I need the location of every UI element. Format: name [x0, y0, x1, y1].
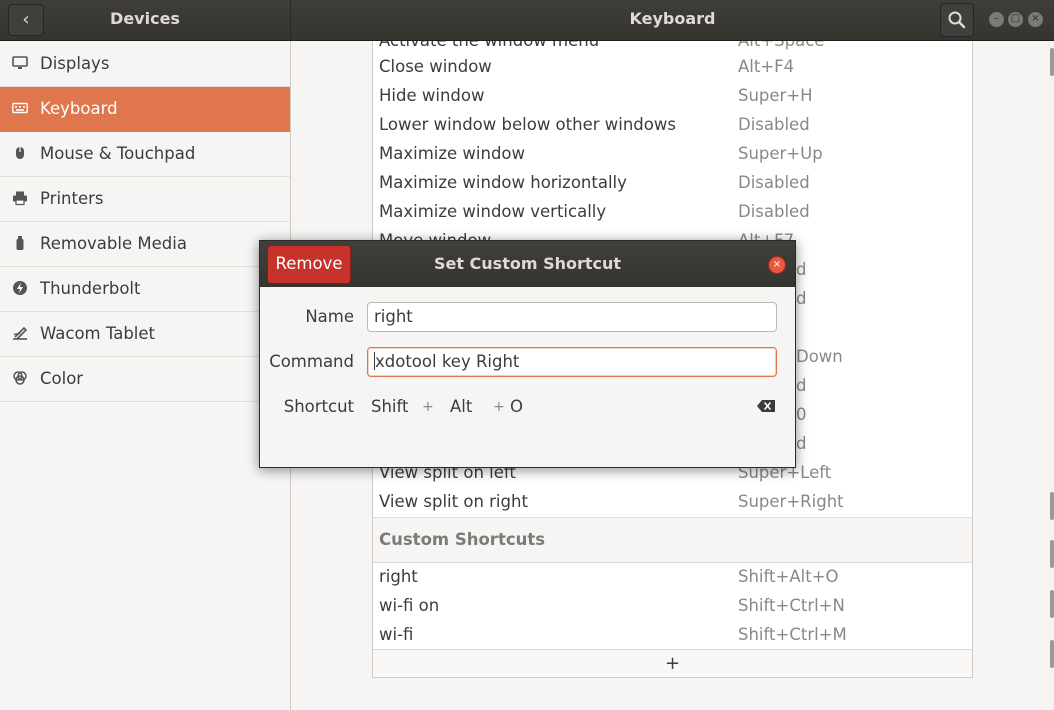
- shortcut-row[interactable]: Maximize window horizontally Disabled: [373, 168, 972, 197]
- name-label: Name: [305, 307, 354, 326]
- sidebar-item-label: Printers: [40, 189, 104, 208]
- shortcut-name: right: [379, 567, 418, 586]
- shortcut-accel: Shift+Alt+O: [738, 567, 839, 586]
- scroll-indicator[interactable]: [1050, 48, 1054, 76]
- name-value: right: [374, 307, 413, 326]
- search-icon: [948, 11, 966, 29]
- printer-icon: [13, 191, 27, 206]
- shortcut-name: wi-fi on: [379, 596, 440, 615]
- plus-icon: +: [664, 653, 681, 674]
- custom-shortcut-row[interactable]: wi-fi Shift+Ctrl+M: [373, 620, 972, 649]
- sidebar-item-keyboard[interactable]: Keyboard: [0, 87, 290, 132]
- shortcut-name: wi-fi: [379, 625, 414, 644]
- section-title: Custom Shortcuts: [379, 530, 546, 549]
- shortcut-plus: +: [493, 399, 505, 415]
- dialog-close-button[interactable]: ×: [768, 256, 786, 274]
- shortcut-row[interactable]: Hide window Super+H: [373, 81, 972, 110]
- header-bar: ‹ Devices Keyboard – □ ×: [0, 0, 1054, 41]
- shortcut-accel: Disabled: [738, 202, 810, 221]
- sidebar-item-label: Displays: [40, 54, 110, 73]
- maximize-icon: □: [1010, 13, 1021, 24]
- shortcut-accel: d: [796, 434, 807, 453]
- shortcut-plus: +: [422, 399, 434, 415]
- mouse-icon: [16, 147, 24, 159]
- custom-shortcut-row[interactable]: wi-fi on Shift+Ctrl+N: [373, 591, 972, 620]
- shortcut-key: Alt: [450, 397, 473, 416]
- remove-button[interactable]: Remove: [267, 245, 351, 284]
- shortcut-name: Maximize window horizontally: [379, 173, 627, 192]
- set-custom-shortcut-dialog: Remove Set Custom Shortcut × Name right …: [259, 240, 796, 468]
- color-icon: [13, 371, 27, 385]
- shortcut-accel: 0: [796, 405, 807, 424]
- name-field[interactable]: right: [367, 302, 777, 332]
- shortcut-accel: Alt+F4: [738, 57, 795, 76]
- usb-drive-icon: [16, 236, 24, 250]
- sidebar-item-removable-media[interactable]: Removable Media: [0, 222, 290, 267]
- keyboard-icon: [12, 102, 28, 114]
- tablet-icon: [13, 326, 28, 340]
- close-icon: ×: [1031, 13, 1040, 24]
- shortcut-accel: Shift+Ctrl+M: [738, 625, 847, 644]
- sidebar-item-label: Thunderbolt: [40, 279, 141, 298]
- scroll-indicator[interactable]: [1050, 640, 1054, 668]
- shortcut-key: O: [510, 397, 523, 416]
- sidebar-item-label: Removable Media: [40, 234, 187, 253]
- dialog-header: Remove Set Custom Shortcut ×: [260, 241, 795, 287]
- command-label: Command: [269, 352, 354, 371]
- thunderbolt-icon: [13, 281, 27, 295]
- backspace-icon[interactable]: [757, 400, 775, 412]
- shortcut-accel: d: [796, 260, 807, 279]
- display-icon: [12, 56, 28, 69]
- minimize-icon: –: [994, 13, 999, 24]
- shortcut-accel: Down: [796, 347, 843, 366]
- minimize-button[interactable]: –: [988, 11, 1005, 28]
- shortcut-accel: d: [796, 376, 807, 395]
- custom-shortcut-row[interactable]: right Shift+Alt+O: [373, 562, 972, 591]
- shortcut-accel: Super+Right: [738, 492, 844, 511]
- sidebar-item-label: Keyboard: [40, 99, 118, 118]
- shortcut-row[interactable]: Lower window below other windows Disable…: [373, 110, 972, 139]
- shortcut-name: Hide window: [379, 86, 485, 105]
- shortcut-label: Shortcut: [283, 397, 354, 416]
- shortcut-name: Lower window below other windows: [379, 115, 676, 134]
- sidebar-item-label: Mouse & Touchpad: [40, 144, 196, 163]
- sidebar-item-printers[interactable]: Printers: [0, 177, 290, 222]
- close-icon: ×: [772, 259, 782, 270]
- shortcut-accel: d: [796, 289, 807, 308]
- close-button[interactable]: ×: [1027, 11, 1044, 28]
- panel-title: Devices: [110, 9, 180, 28]
- sidebar-item-wacom-tablet[interactable]: Wacom Tablet: [0, 312, 290, 357]
- scroll-indicator[interactable]: [1050, 540, 1054, 568]
- dialog-title: Set Custom Shortcut: [433, 254, 622, 273]
- shortcut-row[interactable]: View split on right Super+Right: [373, 487, 972, 516]
- shortcut-row[interactable]: Close window Alt+F4: [373, 52, 972, 81]
- shortcut-accel: Super+H: [738, 86, 813, 105]
- sidebar-item-color[interactable]: Color: [0, 357, 290, 402]
- command-field[interactable]: xdotool key Right: [367, 347, 777, 377]
- shortcut-accel: Shift+Ctrl+N: [738, 596, 845, 615]
- scroll-indicator[interactable]: [1050, 492, 1054, 520]
- shortcut-name: Close window: [379, 57, 492, 76]
- shortcut-key: Shift: [371, 397, 409, 416]
- shortcut-row[interactable]: Maximize window Super+Up: [373, 139, 972, 168]
- shortcut-name: View split on right: [379, 492, 528, 511]
- shortcut-name: Maximize window: [379, 144, 526, 163]
- sidebar: Displays Keyboard Mouse & Touchpad Print…: [0, 41, 291, 710]
- shortcut-row[interactable]: Maximize window vertically Disabled: [373, 197, 972, 226]
- shortcut-accel: Disabled: [738, 173, 810, 192]
- shortcut-accel: Super+Up: [738, 144, 823, 163]
- sidebar-item-displays[interactable]: Displays: [0, 42, 290, 87]
- sidebar-item-label: Color: [40, 369, 84, 388]
- shortcut-accel: Disabled: [738, 115, 810, 134]
- sidebar-item-mouse-touchpad[interactable]: Mouse & Touchpad: [0, 132, 290, 177]
- add-shortcut-button[interactable]: +: [373, 649, 972, 677]
- shortcut-name: Maximize window vertically: [379, 202, 607, 221]
- sidebar-item-thunderbolt[interactable]: Thunderbolt: [0, 267, 290, 312]
- search-button[interactable]: [940, 3, 974, 37]
- scroll-indicator[interactable]: [1050, 590, 1054, 618]
- command-value: xdotool key Right: [375, 352, 520, 371]
- custom-shortcuts-header: Custom Shortcuts: [373, 517, 972, 563]
- sidebar-item-label: Wacom Tablet: [40, 324, 155, 343]
- maximize-button[interactable]: □: [1007, 11, 1024, 28]
